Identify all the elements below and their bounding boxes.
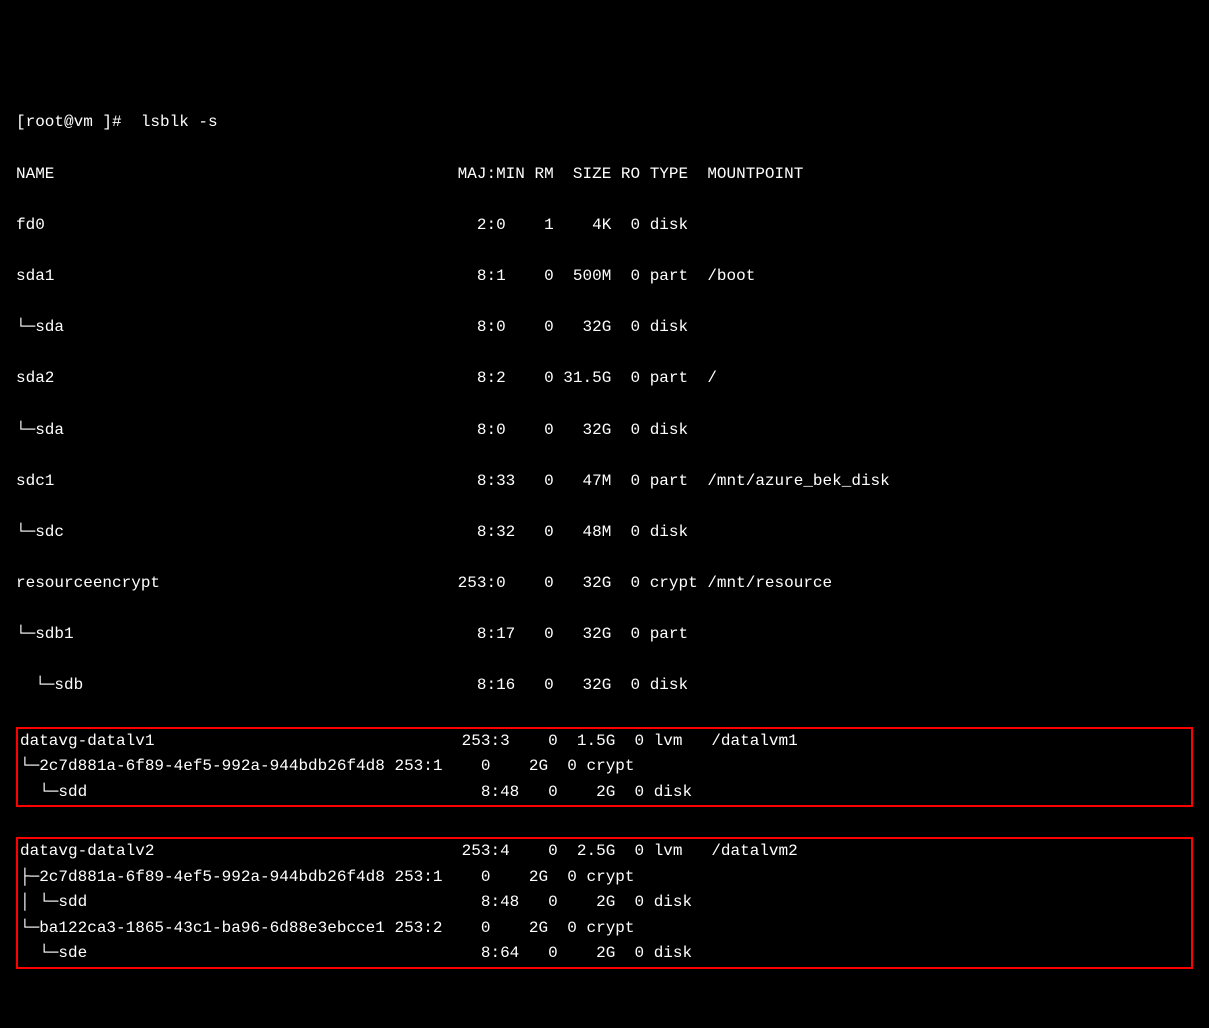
lsblk-row-sdd-1: └─sdd 8:48 0 2G 0 disk: [20, 780, 1189, 806]
lsblk-row-sda2: sda2 8:2 0 31.5G 0 part /: [16, 366, 1193, 392]
lsblk-row-crypt-2: ├─2c7d881a-6f89-4ef5-992a-944bdb26f4d8 2…: [20, 865, 1189, 891]
terminal-prompt: [root@vm ]# lsblk -s: [16, 110, 1193, 136]
lsblk-header: NAME MAJ:MIN RM SIZE RO TYPE MOUNTPOINT: [16, 162, 1193, 188]
lsblk-row-crypt-1: └─2c7d881a-6f89-4ef5-992a-944bdb26f4d8 2…: [20, 754, 1189, 780]
lsblk-row-sdc1: sdc1 8:33 0 47M 0 part /mnt/azure_bek_di…: [16, 469, 1193, 495]
lsblk-row-sdb1: └─sdb1 8:17 0 32G 0 part: [16, 622, 1193, 648]
lsblk-row-datalv1: datavg-datalv1 253:3 0 1.5G 0 lvm /datal…: [20, 729, 1189, 755]
lsblk-row-sdb: └─sdb 8:16 0 32G 0 disk: [16, 673, 1193, 699]
lsblk-row-sde: └─sde 8:64 0 2G 0 disk: [20, 941, 1189, 967]
lsblk-row-sdd-2: │ └─sdd 8:48 0 2G 0 disk: [20, 890, 1189, 916]
lsblk-row-resourceencrypt: resourceencrypt 253:0 0 32G 0 crypt /mnt…: [16, 571, 1193, 597]
lsblk-row-sda: └─sda 8:0 0 32G 0 disk: [16, 315, 1193, 341]
lsblk-row-datalv2: datavg-datalv2 253:4 0 2.5G 0 lvm /datal…: [20, 839, 1189, 865]
lsblk-row-sda-2: └─sda 8:0 0 32G 0 disk: [16, 418, 1193, 444]
lsblk-row-crypt-3: └─ba122ca3-1865-43c1-ba96-6d88e3ebcce1 2…: [20, 916, 1189, 942]
highlight-box-datalv2: datavg-datalv2 253:4 0 2.5G 0 lvm /datal…: [16, 837, 1193, 969]
lsblk-row-sda1: sda1 8:1 0 500M 0 part /boot: [16, 264, 1193, 290]
lsblk-row-sdc: └─sdc 8:32 0 48M 0 disk: [16, 520, 1193, 546]
lsblk-row-fd0: fd0 2:0 1 4K 0 disk: [16, 213, 1193, 239]
highlight-box-datalv1: datavg-datalv1 253:3 0 1.5G 0 lvm /datal…: [16, 727, 1193, 808]
